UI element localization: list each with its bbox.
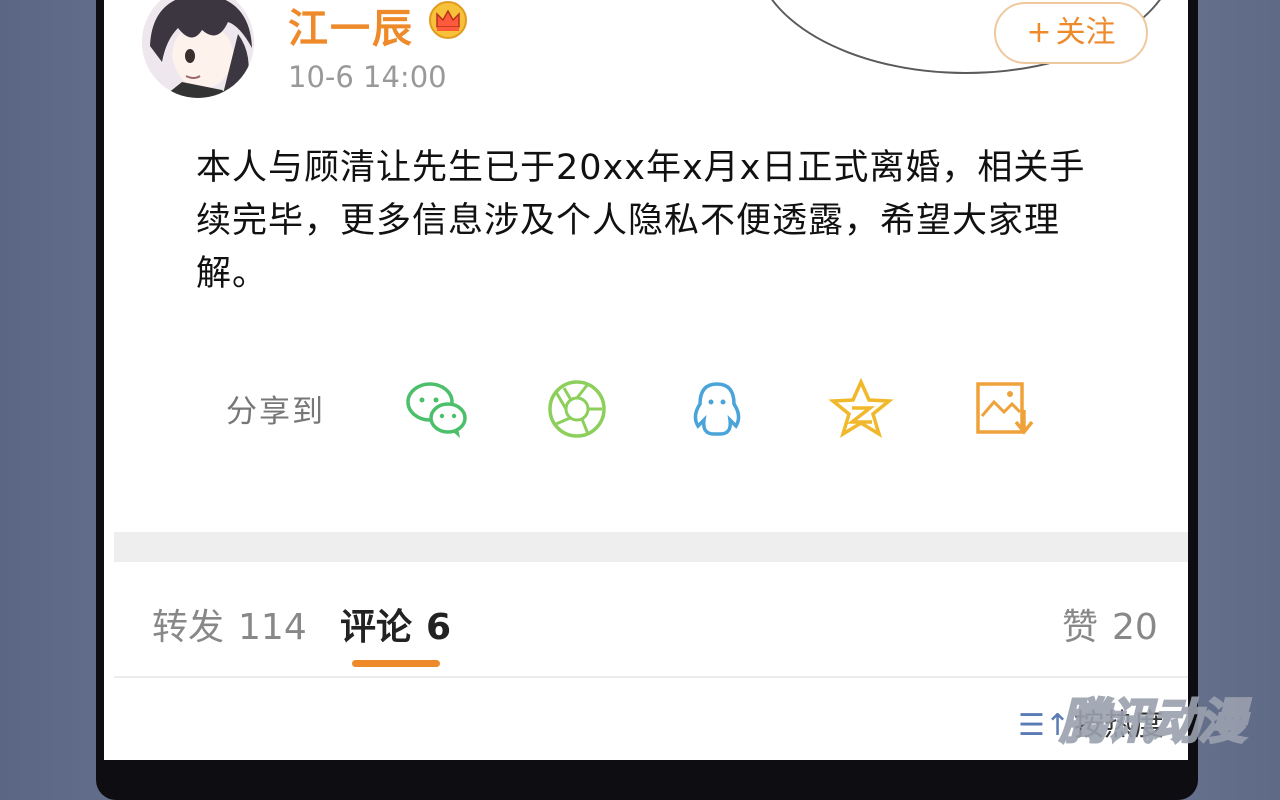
tab-like-count: 20: [1112, 607, 1158, 648]
watermark: 腾讯动漫: [1059, 693, 1248, 752]
wechat-icon[interactable]: [404, 376, 470, 442]
section-gap: [114, 532, 1188, 562]
plus-icon: +: [1026, 15, 1052, 50]
tab-comment-count: 6: [426, 607, 452, 648]
save-image-icon[interactable]: [972, 376, 1038, 442]
follow-label: 关注: [1055, 15, 1116, 50]
tab-comment-label: 评论: [340, 607, 413, 648]
qzone-icon[interactable]: [828, 376, 894, 442]
crown-icon: [429, 1, 467, 39]
post-body: 本人与顾清让先生已于20xx年x月x日正式离婚，相关手续完毕，更多信息涉及个人隐…: [196, 148, 1086, 294]
qq-icon[interactable]: [684, 376, 750, 442]
divider: [114, 676, 1188, 678]
follow-button[interactable]: + 关注: [994, 2, 1148, 64]
share-label: 分享到: [226, 394, 325, 430]
post-timestamp: 10-6 14:00: [288, 60, 447, 94]
post-screen: 江一辰 10-6 14:00 + 关注 本人与顾清让先生已于20xx年x月x日正式…: [104, 0, 1188, 760]
tab-repost-label: 转发: [152, 607, 225, 648]
tab-repost[interactable]: 转发 114: [152, 598, 307, 650]
tabs-row: 转发 114 评论 6 赞 20: [104, 590, 1188, 680]
moments-icon[interactable]: [544, 376, 610, 442]
avatar[interactable]: [142, 0, 254, 98]
tab-like-label: 赞: [1062, 607, 1099, 648]
active-tab-indicator: [352, 660, 440, 667]
share-row: 分享到: [104, 370, 1188, 450]
tab-repost-count: 114: [238, 607, 307, 648]
tab-like[interactable]: 赞 20: [1062, 598, 1158, 650]
tab-comment[interactable]: 评论 6: [340, 598, 451, 650]
username[interactable]: 江一辰: [288, 0, 414, 54]
